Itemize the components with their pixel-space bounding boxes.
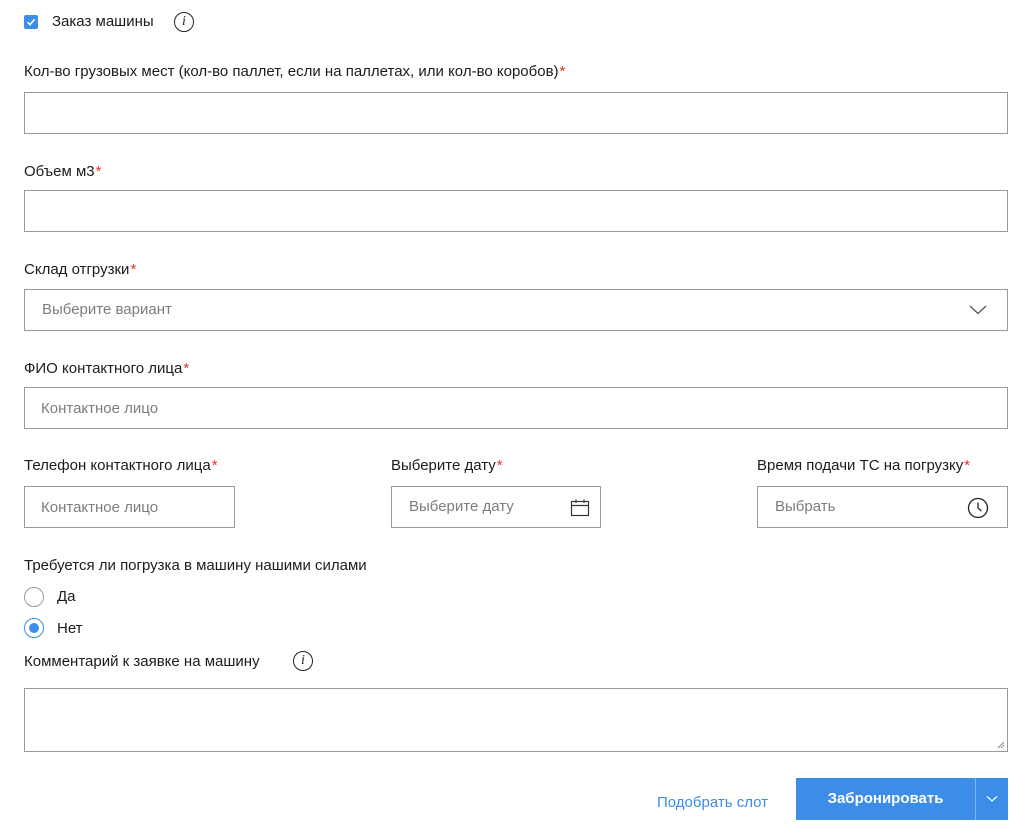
- required-mark: *: [211, 457, 218, 474]
- info-icon[interactable]: i: [174, 12, 194, 32]
- date-placeholder: Выберите дату: [409, 498, 514, 515]
- pick-slot-button[interactable]: Подобрать слот: [657, 794, 768, 811]
- warehouse-select[interactable]: Выберите вариант: [24, 289, 1008, 331]
- order-car-checkbox[interactable]: [24, 15, 38, 29]
- book-button[interactable]: Забронировать: [796, 778, 975, 820]
- check-icon: [26, 18, 36, 26]
- chevron-down-icon: [969, 305, 987, 315]
- book-button-label: Забронировать: [827, 790, 944, 807]
- chevron-down-icon: [986, 796, 998, 802]
- order-car-label: Заказ машины: [52, 13, 154, 30]
- book-dropdown-button[interactable]: [976, 778, 1008, 820]
- volume-field[interactable]: [24, 190, 1008, 232]
- contact-name-input[interactable]: [25, 388, 1007, 428]
- volume-label: Объем м3*: [24, 163, 102, 180]
- radio-yes-label[interactable]: Да: [57, 588, 76, 606]
- required-mark: *: [183, 360, 190, 377]
- info-icon[interactable]: i: [293, 651, 313, 671]
- contact-name-field[interactable]: [24, 387, 1008, 429]
- contact-phone-label: Телефон контактного лица*: [24, 457, 218, 474]
- radio-no[interactable]: [24, 618, 44, 638]
- date-picker[interactable]: Выберите дату: [391, 486, 601, 528]
- required-mark: *: [130, 261, 137, 278]
- required-mark: *: [559, 63, 566, 80]
- cargo-places-field[interactable]: [24, 92, 1008, 134]
- required-mark: *: [496, 457, 503, 474]
- comment-textarea[interactable]: [25, 689, 1007, 751]
- required-mark: *: [95, 163, 102, 180]
- contact-name-label: ФИО контактного лица*: [24, 360, 190, 377]
- comment-label: Комментарий к заявке на машину: [24, 653, 260, 670]
- resize-handle-icon[interactable]: [997, 741, 1005, 749]
- cargo-places-input[interactable]: [25, 93, 1007, 133]
- radio-yes[interactable]: [24, 587, 44, 607]
- warehouse-label: Склад отгрузки*: [24, 261, 137, 278]
- clock-icon[interactable]: [967, 497, 989, 519]
- contact-phone-field[interactable]: [24, 486, 235, 528]
- comment-field[interactable]: [24, 688, 1008, 752]
- radio-no-label[interactable]: Нет: [57, 620, 83, 638]
- cargo-places-label: Кол-во грузовых мест (кол-во паллет, есл…: [24, 63, 566, 80]
- time-placeholder: Выбрать: [775, 498, 836, 515]
- calendar-icon[interactable]: [570, 498, 590, 518]
- loading-question: Требуется ли погрузка в машину нашими си…: [24, 557, 367, 574]
- warehouse-placeholder: Выберите вариант: [42, 301, 172, 318]
- time-picker[interactable]: Выбрать: [757, 486, 1008, 528]
- contact-phone-input[interactable]: [25, 487, 234, 527]
- time-label: Время подачи ТС на погрузку*: [757, 457, 971, 474]
- volume-input[interactable]: [25, 191, 1007, 231]
- required-mark: *: [964, 457, 971, 474]
- date-label: Выберите дату*: [391, 457, 503, 474]
